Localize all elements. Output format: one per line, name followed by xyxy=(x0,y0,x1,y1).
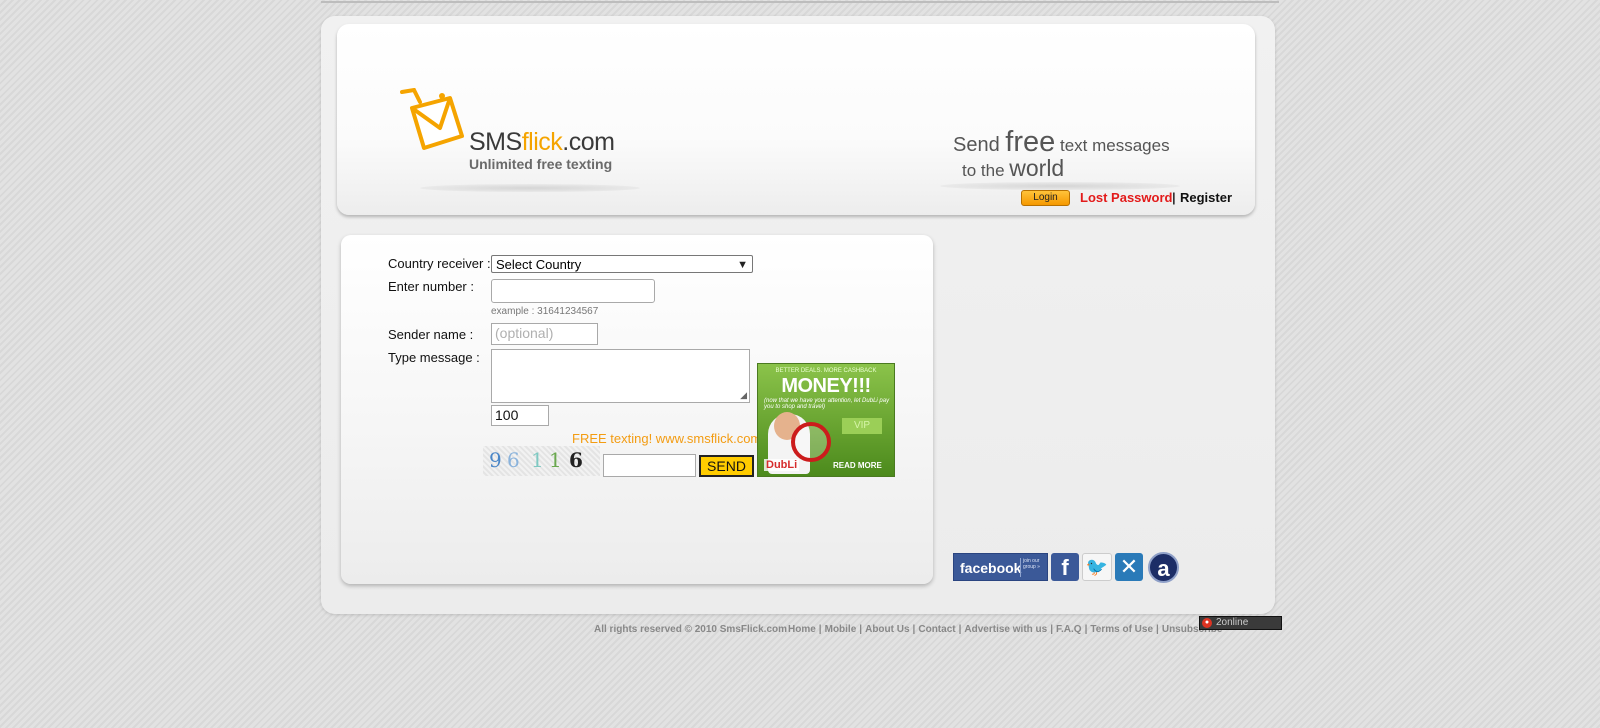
message-textarea[interactable]: ◢ xyxy=(491,349,750,403)
twitter-icon[interactable]: 🐦 xyxy=(1082,553,1112,581)
ad-top-text: BETTER DEALS. MORE CASHBACK xyxy=(775,368,877,374)
envelope-cart-icon[interactable] xyxy=(400,88,470,158)
phone-number-input[interactable] xyxy=(491,279,655,303)
footer-link-terms[interactable]: Terms of Use xyxy=(1090,624,1153,635)
enter-number-label: Enter number : xyxy=(388,279,474,294)
online-counter-badge[interactable]: ● 2online xyxy=(1199,616,1282,630)
ad-brand: DubLi xyxy=(764,459,800,471)
ad-subtext: (now that we have your attention, let Du… xyxy=(764,398,890,410)
facebook-icon[interactable]: f xyxy=(1051,553,1079,581)
megaphone-icon xyxy=(791,422,831,462)
country-receiver-label: Country receiver : xyxy=(388,256,491,271)
country-select[interactable]: Select Country ▼ xyxy=(491,255,753,273)
counter-text: 2online xyxy=(1216,617,1249,628)
logo-shadow xyxy=(420,184,640,192)
top-divider xyxy=(321,1,1279,3)
register-link[interactable]: Register xyxy=(1180,190,1232,205)
send-button[interactable]: SEND xyxy=(699,455,754,477)
sender-name-input[interactable]: (optional) xyxy=(491,323,598,345)
header-separator: | xyxy=(1172,190,1176,205)
header-slogan: Send free text messages to the world xyxy=(953,126,1170,181)
footer-link-contact[interactable]: Contact xyxy=(918,624,955,635)
captcha-input[interactable] xyxy=(603,454,696,477)
footer-link-mobile[interactable]: Mobile xyxy=(825,624,857,635)
site-tagline: Unlimited free texting xyxy=(469,156,613,172)
ad-read-more[interactable]: READ MORE xyxy=(833,461,882,470)
captcha-image: 9 6 1 1 6 xyxy=(483,446,600,476)
footer-link-about[interactable]: About Us xyxy=(865,624,909,635)
footer-link-advertise[interactable]: Advertise with us xyxy=(964,624,1047,635)
lost-password-link[interactable]: Lost Password xyxy=(1080,190,1172,205)
footer-copyright: All rights reserved © 2010 SmsFlick.com xyxy=(594,624,788,635)
counter-icon: ● xyxy=(1202,618,1212,628)
sender-name-label: Sender name : xyxy=(388,327,474,342)
character-count-field: 100 xyxy=(491,405,549,426)
amazon-icon[interactable]: a xyxy=(1148,552,1179,583)
delicious-icon[interactable]: ✕ xyxy=(1115,553,1143,581)
site-logo-text[interactable]: SMSflick.com xyxy=(469,128,615,157)
ad-headline: MONEY!!! xyxy=(781,375,871,397)
type-message-label: Type message : xyxy=(388,350,480,365)
facebook-group-button[interactable]: facebook join our group » xyxy=(953,553,1048,581)
footer-link-home[interactable]: Home xyxy=(788,624,816,635)
sender-name-placeholder: (optional) xyxy=(495,325,554,341)
number-example-hint: example : 31641234567 xyxy=(491,306,599,317)
dubli-ad-banner[interactable]: BETTER DEALS. MORE CASHBACK MONEY!!! (no… xyxy=(757,363,895,477)
slogan-shadow xyxy=(940,182,1180,190)
login-button[interactable]: Login xyxy=(1021,190,1070,206)
footer-link-faq[interactable]: F.A.Q xyxy=(1056,624,1082,635)
chevron-down-icon: ▼ xyxy=(737,259,748,271)
ad-vip-card: VIP xyxy=(842,418,882,434)
join-group-text: join our group » xyxy=(1020,558,1045,577)
free-texting-promo: FREE texting! www.smsflick.com xyxy=(572,431,762,446)
country-select-value: Select Country xyxy=(496,257,582,272)
resize-handle-icon[interactable]: ◢ xyxy=(740,390,747,401)
footer-nav: Home | Mobile | About Us | Contact | Advertise w… xyxy=(788,624,1223,635)
